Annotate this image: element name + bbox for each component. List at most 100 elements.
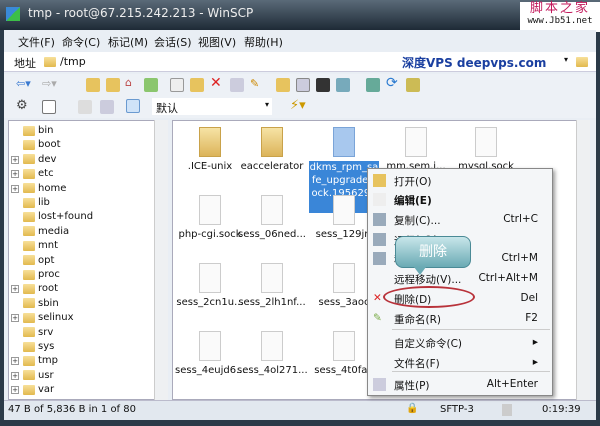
expand-toggle[interactable]: + (11, 184, 19, 193)
synchronize-browsing-icon[interactable]: ⟳ (386, 75, 398, 91)
tree-view-icon[interactable] (126, 99, 140, 113)
tree-scrollbar[interactable] (154, 120, 168, 400)
copy-params-icon[interactable] (100, 100, 114, 114)
file-name: php-cgi.sock (178, 229, 242, 240)
file-scrollbar[interactable] (576, 120, 590, 400)
folder-icon (23, 312, 35, 323)
console-icon[interactable] (316, 78, 330, 92)
tree-item[interactable]: usr (23, 370, 54, 381)
file-item[interactable]: sess_4eujd6... (175, 331, 246, 376)
context-menu-item[interactable]: 属性(P) Alt+Enter (368, 375, 552, 395)
tree-item[interactable]: lib (23, 197, 50, 208)
menu-session[interactable]: 会话(S) (154, 34, 192, 50)
menu-file[interactable]: 文件(F) (18, 34, 55, 50)
folder-icon (199, 127, 221, 157)
context-menu-item[interactable]: 文件名(F) ▸ (368, 353, 552, 373)
tree-item[interactable]: etc (23, 168, 54, 179)
file-item[interactable]: mysql.sock (451, 127, 521, 172)
expand-toggle[interactable]: + (11, 357, 19, 366)
file-item[interactable]: sess_4ol271... (237, 331, 308, 376)
terminal-icon[interactable] (336, 78, 350, 92)
expand-toggle[interactable]: + (11, 371, 19, 380)
file-item[interactable]: sess_06ned... (237, 195, 307, 240)
gear-icon[interactable]: ⚙ (16, 98, 28, 113)
context-menu-item[interactable]: 打开(O) (368, 171, 552, 191)
menu-item-label: 复制(C)... (394, 215, 441, 227)
expand-toggle[interactable]: + (11, 170, 19, 179)
tree-item[interactable]: boot (23, 139, 61, 150)
find-icon[interactable] (406, 78, 420, 92)
session-time: 0:19:39 (542, 404, 581, 415)
back-icon[interactable]: ⇦▾ (16, 77, 31, 90)
tree-item[interactable]: srv (23, 327, 53, 338)
expand-toggle[interactable]: + (11, 155, 19, 164)
tree-item[interactable]: home (23, 183, 66, 194)
tree-item[interactable]: sys (23, 341, 54, 352)
expand-toggle[interactable]: + (11, 314, 19, 323)
delete-icon[interactable]: ✕ (210, 75, 222, 91)
edit-icon[interactable] (170, 78, 184, 92)
file-name: sess_4eujd6... (175, 365, 246, 376)
watermark-url: www.Jb51.net (527, 16, 593, 26)
file-item[interactable]: php-cgi.sock (175, 195, 245, 240)
view-icon[interactable] (42, 100, 56, 114)
rename-icon[interactable]: ✎ (250, 77, 259, 90)
compare-icon[interactable] (296, 78, 310, 92)
tree-toggle-icon[interactable] (78, 100, 92, 114)
context-menu-item[interactable]: ✎ 重命名(R) F2 (368, 309, 552, 329)
address-label: 地址 (14, 57, 36, 70)
lock-icon: 🔒 (406, 403, 419, 414)
tree-item[interactable]: selinux (23, 312, 74, 323)
sync-icon[interactable] (366, 78, 380, 92)
menu-view[interactable]: 视图(V) (198, 34, 236, 50)
lightning-icon[interactable]: ⚡▾ (290, 98, 306, 113)
tree-item[interactable]: dev (23, 154, 56, 165)
tree-item-label: lost+found (38, 211, 94, 223)
menu-item-label: 自定义命令(C) (394, 338, 463, 350)
expand-toggle[interactable]: + (11, 386, 19, 395)
tree-item[interactable]: tmp (23, 355, 58, 366)
file-item[interactable]: sess_2cn1u... (175, 263, 245, 308)
tree-item[interactable]: sbin (23, 298, 59, 309)
file-item[interactable]: mm.sem.j... (381, 127, 451, 172)
context-menu-item[interactable]: 复制(C)... Ctrl+C (368, 210, 552, 230)
address-input[interactable]: /tmp (60, 55, 86, 68)
tree-item[interactable]: proc (23, 269, 60, 280)
file-item[interactable]: eaccelerator (237, 127, 307, 172)
context-menu-item[interactable]: 自定义命令(C) ▸ (368, 333, 552, 353)
menu-commands[interactable]: 命令(C) (62, 34, 100, 50)
context-menu-item[interactable]: 远程移动(V)... Ctrl+Alt+M (368, 269, 552, 289)
context-menu: 打开(O)编辑(E)复制(C)...Ctrl+C远程复制移动Ctrl+M远程移动… (367, 168, 553, 396)
file-item[interactable]: sess_2lh1nf... (237, 263, 307, 308)
file-item[interactable]: .ICE-unix (175, 127, 245, 172)
tree-item-label: srv (38, 326, 54, 338)
tree-item[interactable]: opt (23, 255, 54, 266)
new-folder-icon[interactable] (276, 78, 290, 92)
forward-icon[interactable]: ⇨▾ (42, 77, 57, 90)
root-dir-icon[interactable] (106, 78, 120, 92)
tree-item[interactable]: lost+found (23, 211, 93, 222)
properties-icon[interactable] (230, 78, 244, 92)
address-bar: 地址 /tmp 深度VPS deepvps.com ▾ (4, 52, 596, 72)
rename-icon: ✎ (373, 312, 382, 324)
menu-mark[interactable]: 标记(M) (108, 34, 148, 50)
tree-item[interactable]: root (23, 283, 58, 294)
context-menu-item[interactable]: 编辑(E) (368, 190, 552, 210)
menu-item-shortcut: Ctrl+Alt+M (478, 272, 538, 284)
file-name: eaccelerator (240, 161, 304, 172)
highlight-ring (383, 286, 475, 308)
parent-dir-icon[interactable] (86, 78, 100, 92)
home-icon[interactable]: ⌂ (125, 76, 132, 89)
tree-item[interactable]: media (23, 226, 69, 237)
expand-toggle[interactable]: + (11, 285, 19, 294)
tree-item[interactable]: bin (23, 125, 53, 136)
open-directory-icon[interactable] (576, 57, 588, 67)
refresh-icon[interactable] (144, 78, 158, 92)
toolbar-main: ⇦▾ ⇨▾ ⌂ ✕ ✎ ⟳ (4, 74, 596, 96)
transfer-profile-select[interactable]: 默认 ▾ (152, 98, 272, 115)
tree-item[interactable]: var (23, 384, 54, 395)
tree-item[interactable]: mnt (23, 240, 58, 251)
menu-help[interactable]: 帮助(H) (244, 34, 283, 50)
address-dropdown-icon[interactable]: ▾ (564, 55, 568, 64)
open-icon[interactable] (190, 78, 204, 92)
